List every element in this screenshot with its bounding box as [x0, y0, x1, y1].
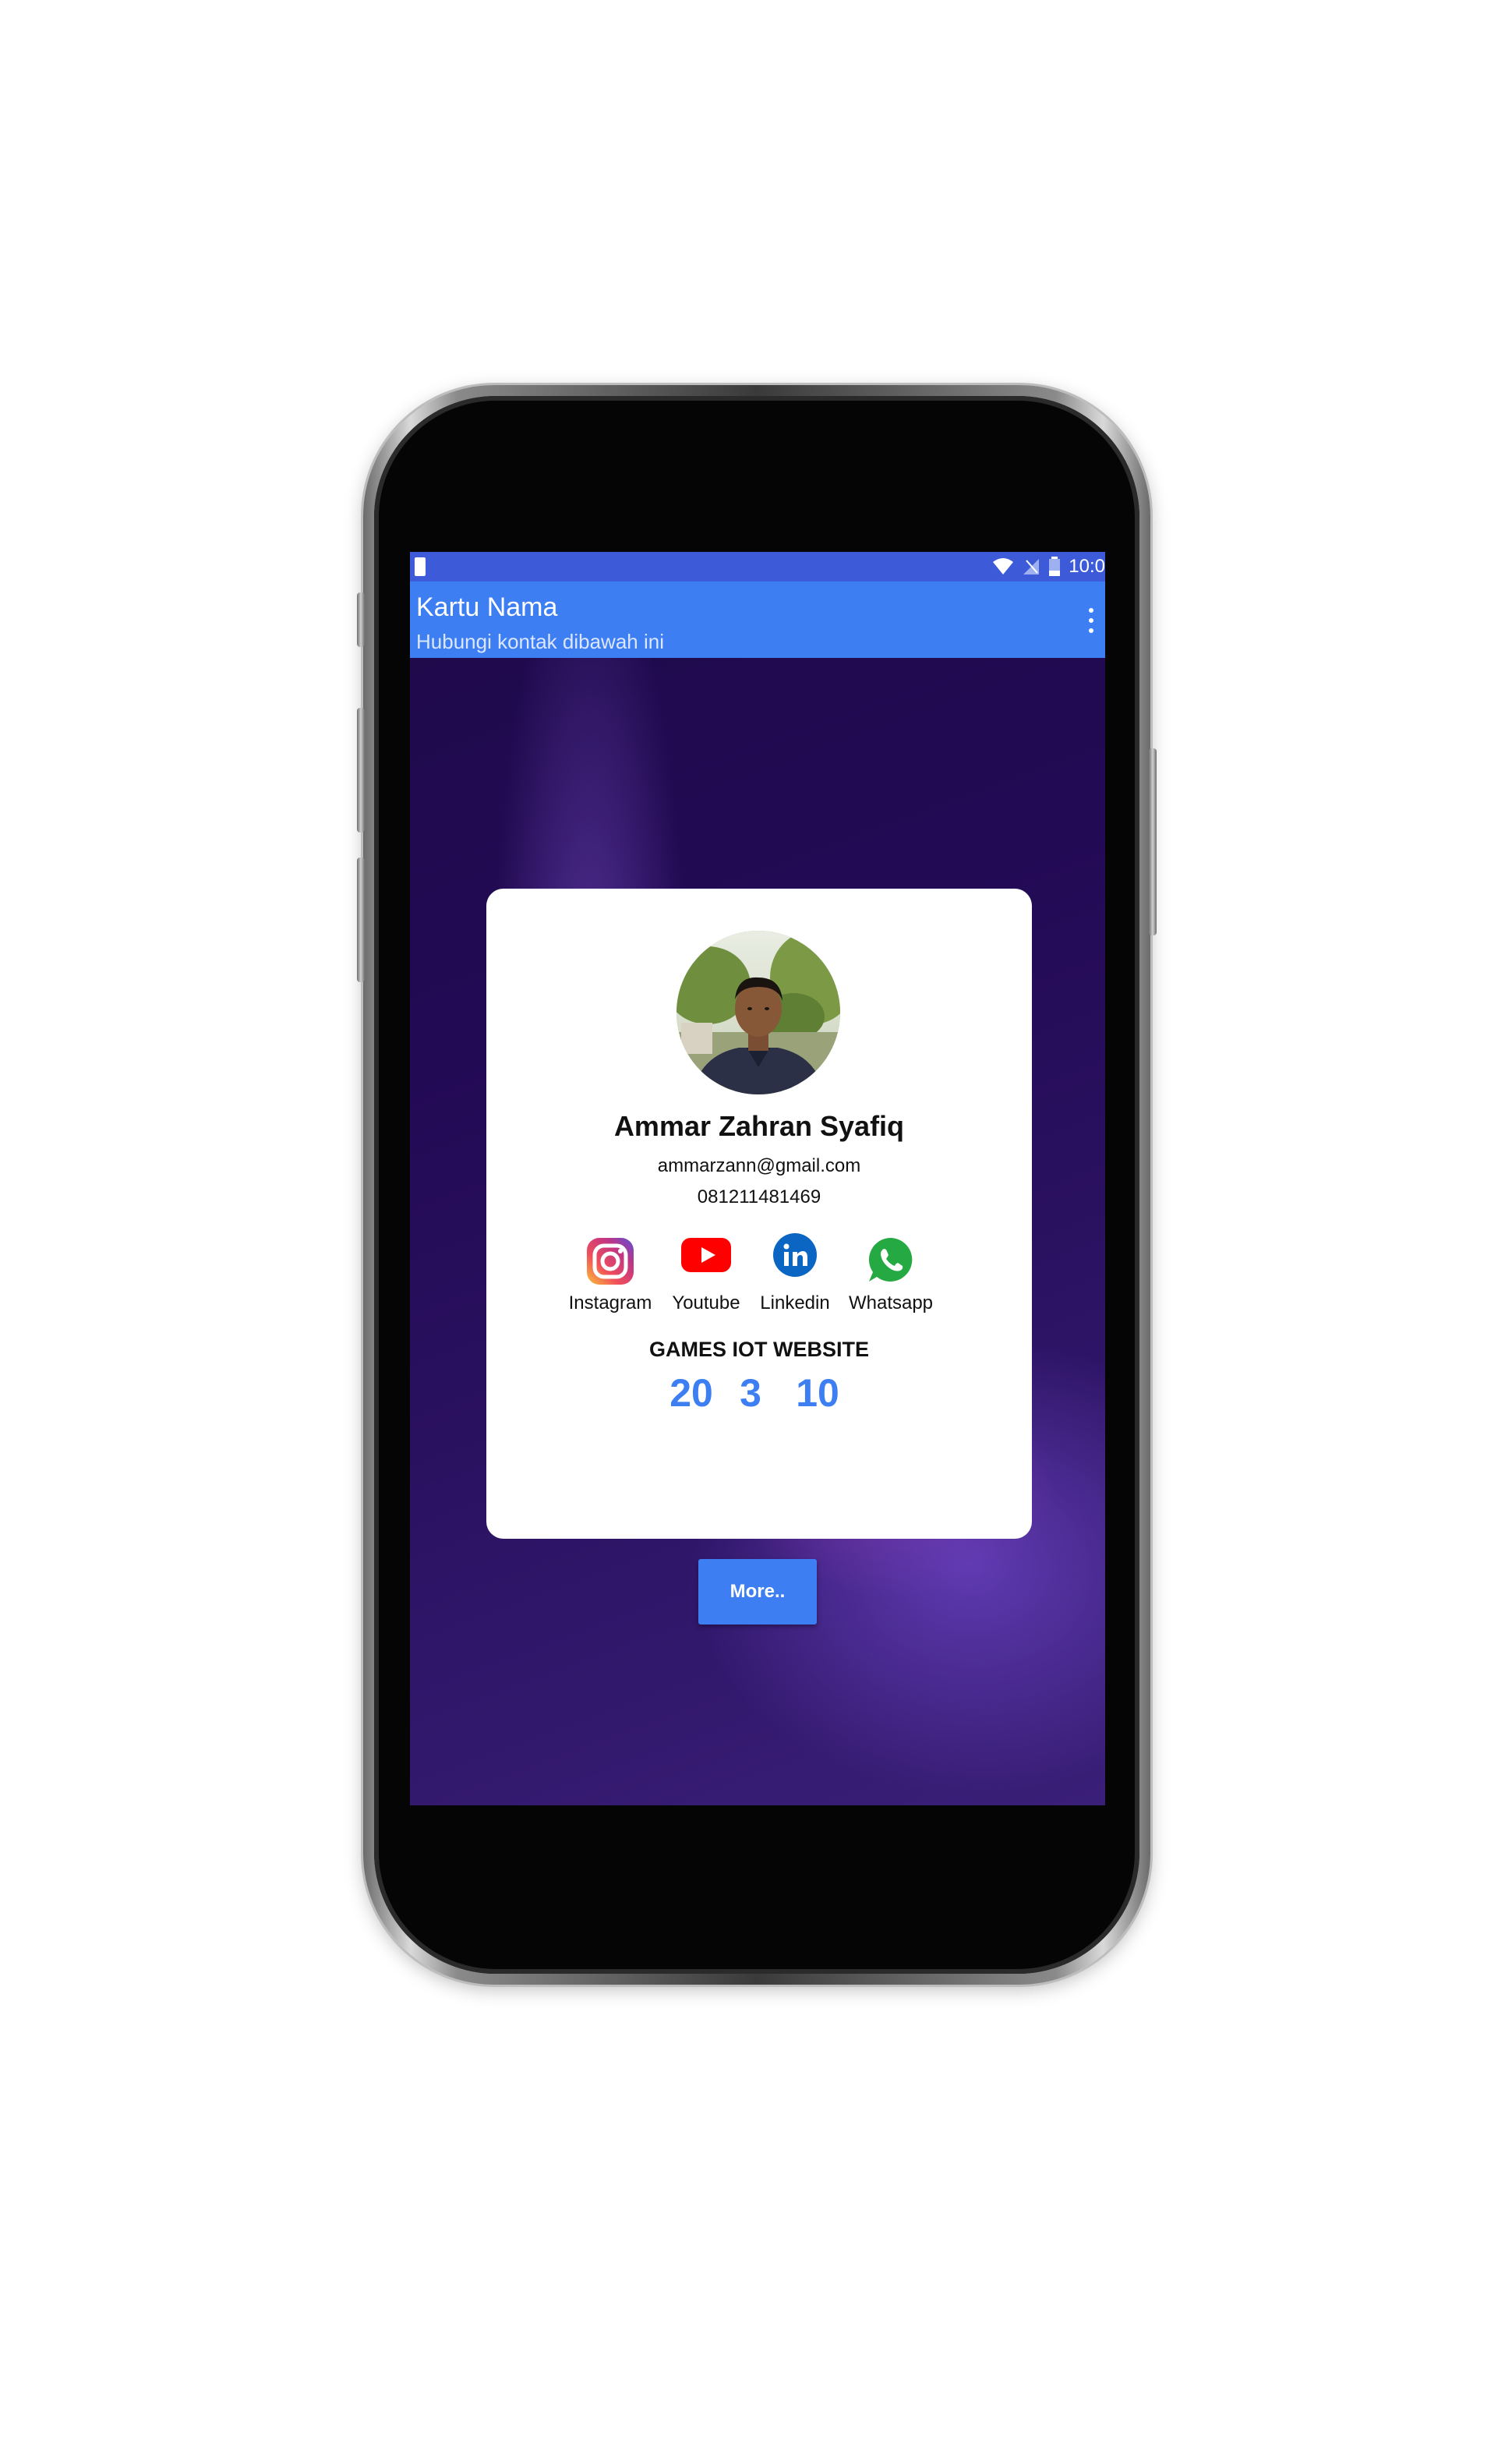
- social-label-youtube: Youtube: [672, 1292, 740, 1313]
- linkedin-icon: [773, 1233, 817, 1277]
- phone-screen: 10:0 Kartu Nama Hubungi kontak dibawah i…: [410, 552, 1105, 1805]
- no-signal-icon: [1023, 559, 1040, 575]
- stat-website: 10: [796, 1371, 839, 1415]
- profile-email[interactable]: ammarzann@gmail.com: [486, 1155, 1032, 1177]
- status-bar: 10:0: [410, 552, 1105, 582]
- battery-icon: [1049, 557, 1061, 576]
- status-time: 10:0: [1069, 556, 1105, 577]
- left-side-button: [357, 592, 365, 647]
- app-subtitle: Hubungi kontak dibawah ini: [416, 630, 664, 653]
- stats-values: 20 3 10: [486, 1370, 1032, 1417]
- stats-title: GAMES IOT WEBSITE: [648, 1338, 869, 1361]
- youtube-icon: [681, 1238, 731, 1272]
- social-instagram[interactable]: Instagram: [560, 1232, 661, 1325]
- more-button[interactable]: More..: [698, 1559, 817, 1625]
- left-volume-down-button: [357, 857, 365, 982]
- app-title: Kartu Nama: [416, 592, 558, 622]
- profile-phone[interactable]: 081211481469: [486, 1186, 1032, 1208]
- avatar: [677, 931, 840, 1094]
- app-bar: Kartu Nama Hubungi kontak dibawah ini: [410, 582, 1105, 658]
- profile-name: Ammar Zahran Syafiq: [613, 1110, 905, 1142]
- sim-notification-icon: [415, 557, 426, 576]
- social-youtube[interactable]: Youtube: [655, 1232, 757, 1325]
- whatsapp-icon: [868, 1238, 913, 1282]
- social-label-instagram: Instagram: [568, 1292, 652, 1313]
- wifi-icon: [993, 558, 1014, 575]
- overflow-menu-icon[interactable]: [1085, 608, 1097, 635]
- social-label-whatsapp: Whatsapp: [848, 1292, 934, 1313]
- left-volume-up-button: [357, 708, 365, 833]
- social-linkedin[interactable]: Linkedin: [744, 1232, 846, 1325]
- social-links: Instagram Youtube Linkedin Whatsapp: [564, 1232, 954, 1325]
- stat-iot: 3: [740, 1371, 761, 1415]
- profile-photo: [677, 931, 840, 1094]
- right-power-button: [1149, 748, 1157, 935]
- social-whatsapp[interactable]: Whatsapp: [840, 1232, 941, 1325]
- status-icons: 10:0: [992, 552, 1105, 582]
- instagram-icon: [587, 1238, 634, 1285]
- social-label-linkedin: Linkedin: [760, 1292, 830, 1313]
- name-card: Ammar Zahran Syafiq ammarzann@gmail.com …: [486, 889, 1032, 1539]
